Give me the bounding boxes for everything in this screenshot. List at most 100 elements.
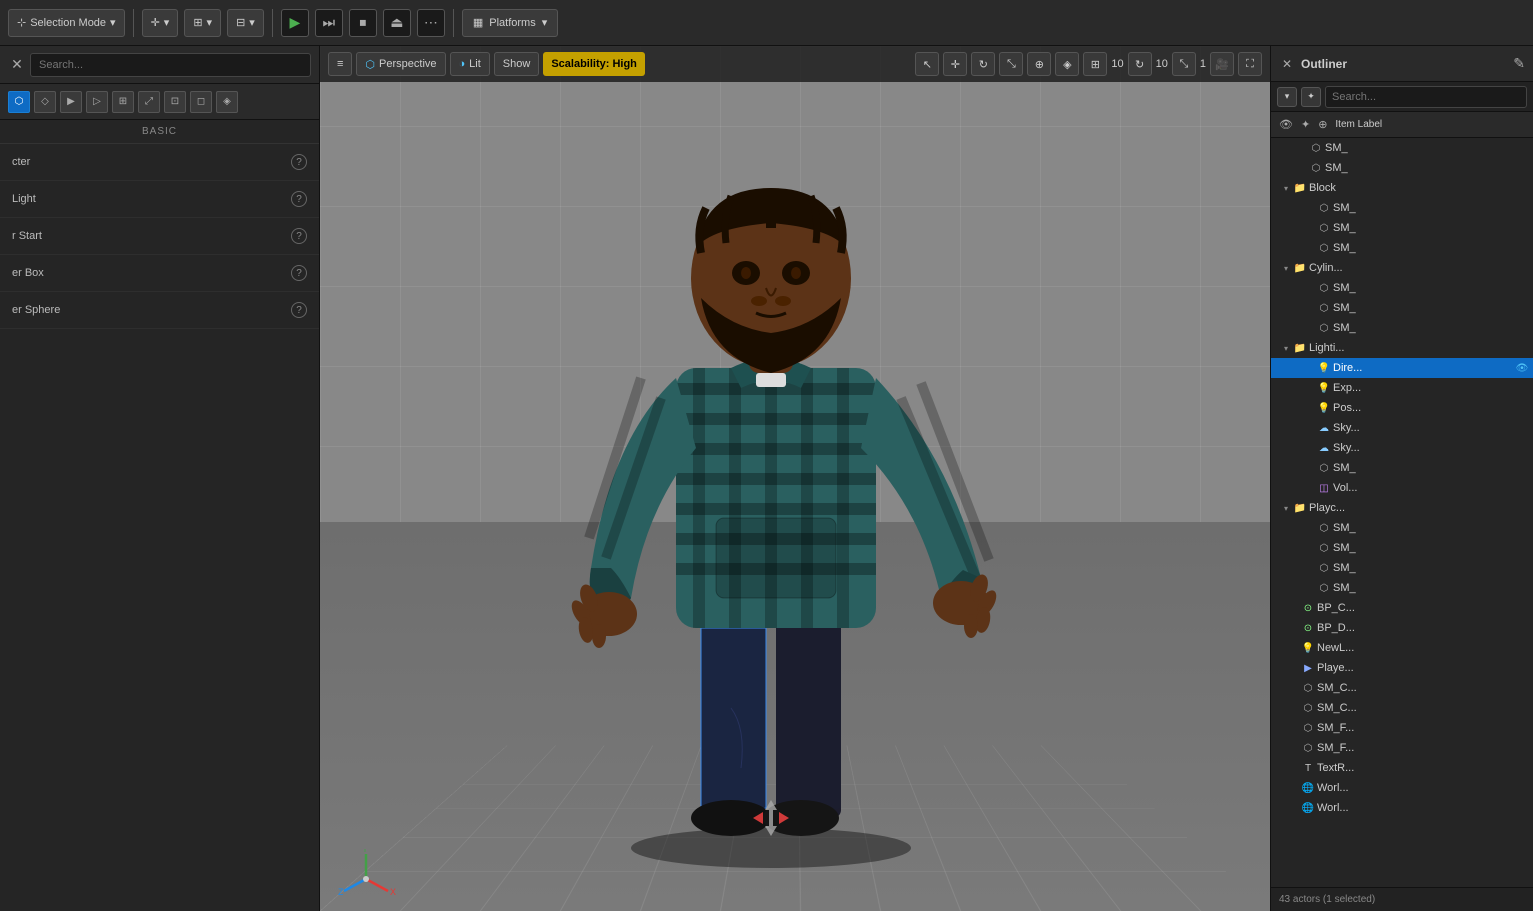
outliner-item-18[interactable]: ▾📁Playc... xyxy=(1271,498,1533,518)
outliner-item-33[interactable]: 🌐Worl... xyxy=(1271,798,1533,818)
selection-mode-button[interactable]: ⊹ Selection Mode ▾ xyxy=(8,9,125,37)
icon-btn-6[interactable]: ⤢ xyxy=(138,91,160,113)
rotation-icon-btn[interactable]: ↻ xyxy=(1128,52,1152,76)
icon-btn-7[interactable]: ⊡ xyxy=(164,91,186,113)
lit-button[interactable]: ◑ Lit xyxy=(450,52,490,76)
panel-item-label-4: r Start xyxy=(12,230,42,242)
outliner-item-14[interactable]: ☁Sky... xyxy=(1271,418,1533,438)
select-icon-btn[interactable]: ↖ xyxy=(915,52,939,76)
icon-btn-8[interactable]: ◻ xyxy=(190,91,212,113)
panel-item-1[interactable]: cter ? xyxy=(0,144,319,181)
show-button[interactable]: Show xyxy=(494,52,540,76)
scale-icon-btn[interactable]: ⤡ xyxy=(999,52,1023,76)
snap-button[interactable]: ⊞ ▾ xyxy=(184,9,221,37)
panel-item-4[interactable]: r Start ? xyxy=(0,218,319,255)
item-arrow-6: ▾ xyxy=(1279,261,1293,275)
outliner-item-23[interactable]: ⊙BP_C... xyxy=(1271,598,1533,618)
outliner-item-32[interactable]: 🌐Worl... xyxy=(1271,778,1533,798)
icon-btn-9[interactable]: ◈ xyxy=(216,91,238,113)
panel-close-button[interactable]: ✕ xyxy=(8,56,26,74)
icon-btn-3[interactable]: ▶ xyxy=(60,91,82,113)
outliner-item-25[interactable]: 💡NewL... xyxy=(1271,638,1533,658)
outliner-star-icon[interactable]: ✦ xyxy=(1301,87,1321,107)
outliner-item-1[interactable]: ⬡SM_ xyxy=(1271,158,1533,178)
panel-item-info-icon-1[interactable]: ? xyxy=(291,154,307,170)
rotate-icon-btn[interactable]: ↻ xyxy=(971,52,995,76)
item-arrow-30 xyxy=(1287,741,1301,755)
item-icon-21: ⬡ xyxy=(1317,561,1331,575)
outliner-item-12[interactable]: 💡Exp... xyxy=(1271,378,1533,398)
viewport-toolbar-right: ↖ ✛ ↻ ⤡ ⊕ ◈ ⊞ 10 ↻ 10 ⤡ 1 🎥 ⛶ xyxy=(915,52,1262,76)
outliner-item-31[interactable]: TTextR... xyxy=(1271,758,1533,778)
outliner-item-9[interactable]: ⬡SM_ xyxy=(1271,318,1533,338)
item-label-text-3: SM_ xyxy=(1333,202,1529,214)
move-tool-button[interactable]: ✛ ▾ xyxy=(142,9,179,37)
outliner-item-20[interactable]: ⬡SM_ xyxy=(1271,538,1533,558)
outliner-item-26[interactable]: ▶Playe... xyxy=(1271,658,1533,678)
build-button[interactable]: ⊟ ▾ xyxy=(227,9,264,37)
viewport[interactable]: ≡ ⬡ Perspective ◑ Lit Show Scalability: … xyxy=(320,46,1270,911)
panel-item-info-icon-6[interactable]: ? xyxy=(291,302,307,318)
surface-icon-btn[interactable]: ◈ xyxy=(1055,52,1079,76)
outliner-item-22[interactable]: ⬡SM_ xyxy=(1271,578,1533,598)
outliner-filter-icon[interactable]: ▾ xyxy=(1277,87,1297,107)
perspective-button[interactable]: ⬡ Perspective xyxy=(356,52,445,76)
item-icon-8: ⬡ xyxy=(1317,301,1331,315)
outliner-item-11[interactable]: 💡Dire...👁 xyxy=(1271,358,1533,378)
camera-speed-btn[interactable]: 🎥 xyxy=(1210,52,1234,76)
translate-icon-btn[interactable]: ✛ xyxy=(943,52,967,76)
panel-item-info-icon-5[interactable]: ? xyxy=(291,265,307,281)
panel-item-3[interactable]: Light ? xyxy=(0,181,319,218)
outliner-item-15[interactable]: ☁Sky... xyxy=(1271,438,1533,458)
outliner-item-17[interactable]: ◫Vol... xyxy=(1271,478,1533,498)
icon-btn-5[interactable]: ⊞ xyxy=(112,91,134,113)
globe-icon-btn[interactable]: ⊕ xyxy=(1027,52,1051,76)
maximize-btn[interactable]: ⛶ xyxy=(1238,52,1262,76)
panel-item-info-icon-3[interactable]: ? xyxy=(291,191,307,207)
outliner-close-button[interactable]: ✕ xyxy=(1279,56,1295,72)
outliner-list[interactable]: ⬡SM_ ⬡SM_▾📁Block ⬡SM_ ⬡SM_ ⬡SM_▾📁Cylin..… xyxy=(1271,138,1533,887)
platforms-button[interactable]: ▦ Platforms ▾ xyxy=(462,9,558,37)
item-icon-15: ☁ xyxy=(1317,441,1331,455)
more-options-button[interactable]: ⋯ xyxy=(417,9,445,37)
outliner-item-24[interactable]: ⊙BP_D... xyxy=(1271,618,1533,638)
outliner-item-10[interactable]: ▾📁Lighti... xyxy=(1271,338,1533,358)
panel-item-6[interactable]: er Sphere ? xyxy=(0,292,319,329)
stop-button[interactable]: ⏹ xyxy=(349,9,377,37)
panel-item-info-icon-4[interactable]: ? xyxy=(291,228,307,244)
grid-toggle-btn[interactable]: ⊞ xyxy=(1083,52,1107,76)
outliner-item-30[interactable]: ⬡SM_F... xyxy=(1271,738,1533,758)
icon-btn-1[interactable]: ⬡ xyxy=(8,91,30,113)
hamburger-menu-button[interactable]: ≡ xyxy=(328,52,352,76)
panel-search-input[interactable] xyxy=(30,53,311,77)
item-arrow-10: ▾ xyxy=(1279,341,1293,355)
item-label-text-24: BP_D... xyxy=(1317,622,1529,634)
outliner-item-8[interactable]: ⬡SM_ xyxy=(1271,298,1533,318)
outliner-edit-button[interactable]: ✎ xyxy=(1513,55,1525,72)
outliner-item-28[interactable]: ⬡SM_C... xyxy=(1271,698,1533,718)
outliner-item-16[interactable]: ⬡SM_ xyxy=(1271,458,1533,478)
scale-icon-btn-2[interactable]: ⤡ xyxy=(1172,52,1196,76)
outliner-item-2[interactable]: ▾📁Block xyxy=(1271,178,1533,198)
panel-item-5[interactable]: er Box ? xyxy=(0,255,319,292)
icon-btn-4[interactable]: ▷ xyxy=(86,91,108,113)
skip-forward-button[interactable]: ⏭ xyxy=(315,9,343,37)
icon-btn-2[interactable]: ◇ xyxy=(34,91,56,113)
play-button[interactable]: ▶ xyxy=(281,9,309,37)
outliner-search-input[interactable] xyxy=(1325,86,1527,108)
outliner-item-27[interactable]: ⬡SM_C... xyxy=(1271,678,1533,698)
outliner-item-13[interactable]: 💡Pos... xyxy=(1271,398,1533,418)
outliner-filter-bar: ▾ ✦ xyxy=(1271,82,1533,112)
outliner-item-0[interactable]: ⬡SM_ xyxy=(1271,138,1533,158)
outliner-item-29[interactable]: ⬡SM_F... xyxy=(1271,718,1533,738)
outliner-item-21[interactable]: ⬡SM_ xyxy=(1271,558,1533,578)
scalability-badge: Scalability: High xyxy=(543,52,645,76)
outliner-item-4[interactable]: ⬡SM_ xyxy=(1271,218,1533,238)
item-icon-1: ⬡ xyxy=(1309,161,1323,175)
outliner-item-5[interactable]: ⬡SM_ xyxy=(1271,238,1533,258)
outliner-item-3[interactable]: ⬡SM_ xyxy=(1271,198,1533,218)
outliner-item-19[interactable]: ⬡SM_ xyxy=(1271,518,1533,538)
eject-button[interactable]: ⏏ xyxy=(383,9,411,37)
outliner-item-6[interactable]: ▾📁Cylin... xyxy=(1271,258,1533,278)
outliner-item-7[interactable]: ⬡SM_ xyxy=(1271,278,1533,298)
